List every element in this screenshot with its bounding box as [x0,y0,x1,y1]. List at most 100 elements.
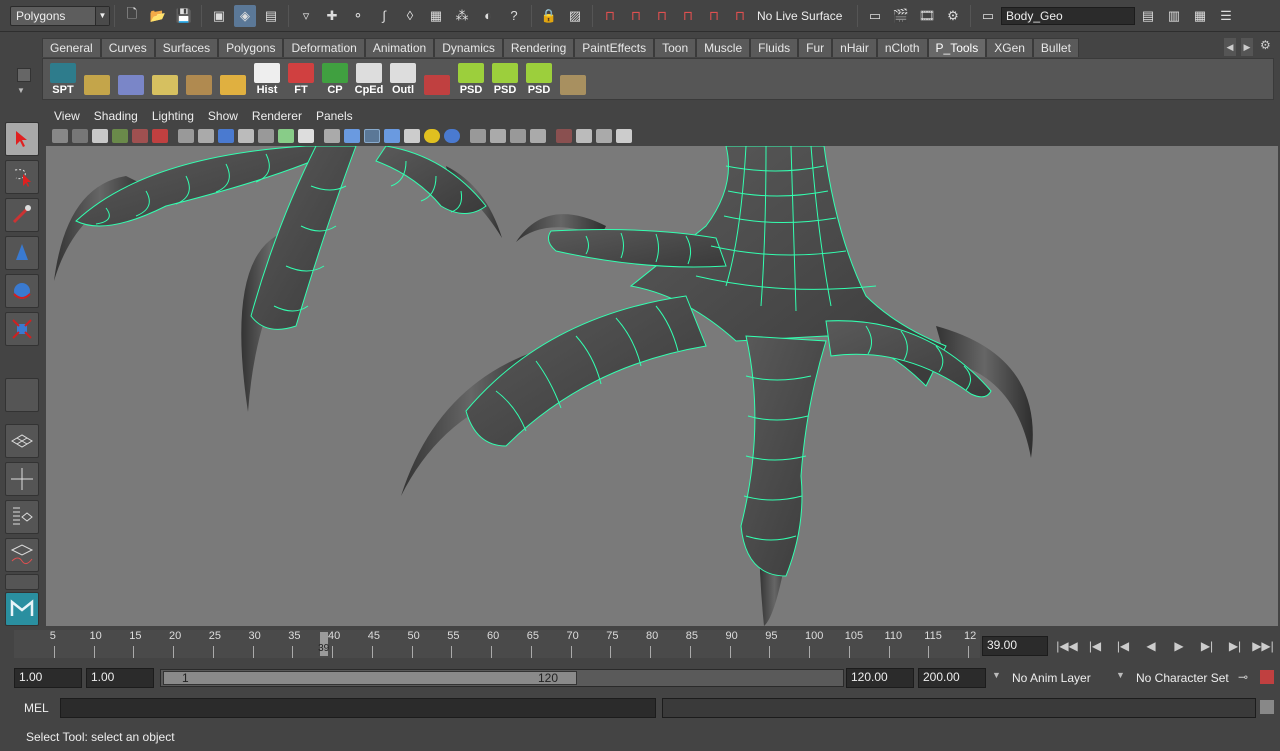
shelf-button[interactable]: FT [285,62,317,96]
shelf-tab[interactable]: Muscle [696,38,751,57]
command-language-label[interactable]: MEL [24,701,49,715]
script-editor-icon[interactable] [1260,700,1274,714]
select-surfaces-icon[interactable]: ◊ [399,5,421,27]
field-chart-icon[interactable] [258,129,274,143]
shelf-scroll-left-icon[interactable]: ◀ [1224,38,1236,56]
play-backwards-icon[interactable]: ◀ [1140,637,1162,655]
shelf-tab[interactable]: Animation [364,38,435,57]
select-curves-icon[interactable]: ∫ [373,5,395,27]
shelf-button[interactable]: Hist [251,62,283,96]
select-deformations-icon[interactable]: ▦ [425,5,447,27]
single-perspective-layout-icon[interactable] [5,424,39,458]
character-set-dropdown[interactable]: No Character Set [1130,668,1240,688]
snap-magnet-icon[interactable]: ⊓ [729,5,751,27]
highlight-selection-icon[interactable]: ▨ [564,5,586,27]
live-surface-label[interactable]: No Live Surface [753,5,853,27]
new-scene-icon[interactable]: 🗋 [121,5,143,27]
object-name-field[interactable]: Body_Geo [1001,6,1135,25]
xray-active-icon[interactable] [596,129,612,143]
resolution-gate-icon[interactable] [218,129,234,143]
bookmarks-icon[interactable] [92,129,108,143]
select-handles-icon[interactable]: ✚ [321,5,343,27]
shelf-tab[interactable]: Polygons [218,38,284,57]
snap-point-icon[interactable]: ⊓ [651,5,673,27]
safe-action-icon[interactable] [278,129,294,143]
safe-title-icon[interactable] [298,129,314,143]
shelf-tab[interactable]: General [42,38,101,57]
tool-settings-icon[interactable]: ▦ [1189,5,1211,27]
shelf-tab[interactable]: PaintEffects [574,38,655,57]
shelf-editor-icon[interactable]: ⚙ [1260,38,1274,56]
shelf-tab[interactable]: Surfaces [154,38,219,57]
ambient-occlusion-icon[interactable] [490,129,506,143]
shelf-button[interactable] [149,62,181,96]
shelf-button[interactable]: PSD [455,62,487,96]
attribute-editor-icon[interactable]: ▥ [1163,5,1185,27]
playhead[interactable]: 39 [318,632,329,656]
snap-curve-icon[interactable]: ⊓ [625,5,647,27]
persp-outliner-layout-icon[interactable] [5,500,39,534]
range-end-field[interactable]: 120.00 [846,668,914,688]
shadows-icon[interactable] [444,129,460,143]
anti-aliasing-icon[interactable] [530,129,546,143]
range-slider[interactable]: 1 120 [160,669,844,687]
xray-joints-icon[interactable] [576,129,592,143]
viewport-menu-item[interactable]: Show [208,109,238,123]
paint-select-tool-icon[interactable] [5,198,39,232]
snap-live-icon[interactable]: ⊓ [703,5,725,27]
viewport-menu-item[interactable]: Shading [94,109,138,123]
step-forward-frame-icon[interactable]: ▶| [1224,637,1246,655]
grease-pencil-icon[interactable] [132,129,148,143]
key-icon[interactable]: ⊸ [1238,670,1248,684]
render-settings-icon[interactable]: ⚙ [942,5,964,27]
film-gate-icon[interactable] [198,129,214,143]
select-misc-icon[interactable]: ? [503,5,525,27]
shelf-tab-menu-icon[interactable]: ▼ [17,86,31,95]
anim-end-field[interactable]: 200.00 [918,668,986,688]
textured-icon[interactable] [404,129,420,143]
shelf-tab[interactable]: Rendering [502,38,575,57]
menu-set-dropdown[interactable]: Polygons ▼ [10,5,110,26]
select-rendering-icon[interactable]: ◐ [477,5,499,27]
command-input[interactable] [60,698,656,718]
select-joints-icon[interactable]: ⚬ [347,5,369,27]
shelf-button[interactable] [183,62,215,96]
shelf-scroll-right-icon[interactable]: ▶ [1241,38,1253,56]
shelf-button[interactable]: PSD [489,62,521,96]
grid-toggle-icon[interactable] [178,129,194,143]
select-hierarchy-icon[interactable]: ▣ [208,5,230,27]
smooth-shade-icon[interactable] [344,129,360,143]
gate-mask-icon[interactable] [238,129,254,143]
paint-icon[interactable] [152,129,168,143]
right-foot-mesh[interactable] [401,146,1033,626]
filter-icon[interactable]: ▿ [295,5,317,27]
high-quality-icon[interactable] [470,129,486,143]
input-line-menu-icon[interactable]: ▭ [977,5,999,27]
shelf-tab[interactable]: Dynamics [434,38,503,57]
current-frame-field[interactable]: 39.00 [982,636,1048,656]
channel-box-icon[interactable]: ▤ [1137,5,1159,27]
chevron-down-icon[interactable]: ▼ [1116,670,1125,680]
play-forwards-icon[interactable]: ▶ [1168,637,1190,655]
shelf-tab[interactable]: Fur [798,38,833,57]
hypershade-layout-icon[interactable] [5,574,39,590]
motion-blur-icon[interactable] [510,129,526,143]
shelf-tab[interactable]: Curves [100,38,155,57]
camera-attributes-icon[interactable] [72,129,88,143]
open-scene-icon[interactable]: 📂 [147,5,169,27]
wireframe-icon[interactable] [324,129,340,143]
go-to-start-icon[interactable]: |◀◀ [1056,637,1078,655]
scale-tool-icon[interactable] [5,312,39,346]
rotate-tool-icon[interactable] [5,274,39,308]
range-start-field[interactable]: 1.00 [86,668,154,688]
anim-layer-dropdown[interactable]: No Anim Layer [1006,668,1126,688]
time-ruler[interactable]: 5 10 15 20 25 30 35 40 45 50 55 60 65 70 75 80 85 90 95 100… [14,630,980,658]
select-object-icon[interactable]: ◈ [234,4,256,27]
select-component-icon[interactable]: ▤ [260,5,282,27]
shelf-tab[interactable]: XGen [986,38,1033,57]
viewport-menu-item[interactable]: Lighting [152,109,194,123]
shelf-tab[interactable]: Deformation [283,38,365,57]
anim-start-field[interactable]: 1.00 [14,668,82,688]
step-forward-key-icon[interactable]: ▶| [1196,637,1218,655]
shelf-tab[interactable]: Toon [654,38,697,57]
